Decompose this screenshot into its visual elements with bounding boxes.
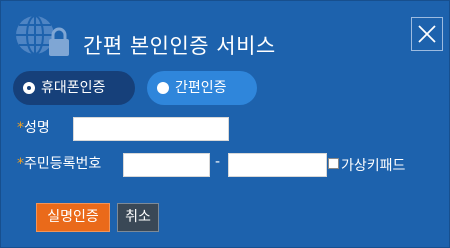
required-mark: * [17, 120, 24, 136]
rrn-label: *주민등록번호 [17, 153, 101, 173]
radio-selected-icon[interactable] [23, 82, 35, 94]
verify-button[interactable]: 실명인증 [36, 203, 110, 232]
globe-lock-icon [13, 14, 73, 58]
virtual-keypad-label: 가상키패드 [341, 158, 406, 174]
title-bar: 간편 본인인증 서비스 [1, 1, 449, 65]
tab-phone-verification[interactable]: 휴대폰인증 [13, 71, 135, 105]
tab-label: 간편인증 [175, 80, 227, 96]
rrn-label-text: 주민등록번호 [24, 156, 102, 172]
name-label: *성명 [17, 117, 50, 137]
name-input[interactable] [73, 117, 229, 141]
rrn-separator: - [215, 154, 221, 170]
virtual-keypad-checkbox[interactable] [328, 158, 339, 169]
close-button[interactable] [411, 17, 443, 51]
tab-simple-verification[interactable]: 간편인증 [147, 71, 257, 105]
name-label-text: 성명 [24, 120, 50, 136]
rrn-front-input[interactable] [123, 153, 210, 177]
close-icon [418, 25, 436, 43]
radio-unselected-icon[interactable] [157, 82, 169, 94]
required-mark: * [17, 156, 24, 172]
dialog-title: 간편 본인인증 서비스 [83, 34, 276, 58]
cancel-button[interactable]: 취소 [117, 203, 159, 232]
tab-label: 휴대폰인증 [41, 80, 106, 96]
auth-dialog: 간편 본인인증 서비스 휴대폰인증 간편인증 *성명 *주민등록번호 - 가상키… [0, 0, 450, 248]
rrn-back-input[interactable] [228, 153, 327, 177]
